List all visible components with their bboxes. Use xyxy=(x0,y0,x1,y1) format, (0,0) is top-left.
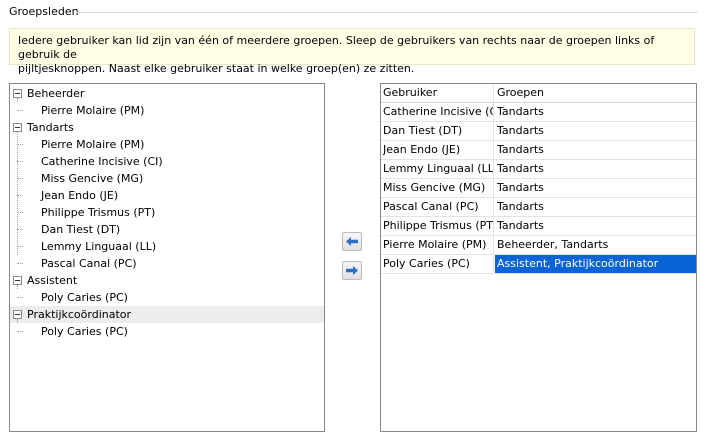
tree-member-label: Jean Endo (JE) xyxy=(41,189,119,202)
tree-member-label: Pierre Molaire (PM) xyxy=(41,138,145,151)
arrow-left-icon xyxy=(346,237,358,246)
user-name-cell[interactable]: Jean Endo (JE) xyxy=(383,141,493,159)
tree-branch-line xyxy=(17,178,23,179)
tree-member-label: Dan Tiest (DT) xyxy=(41,223,121,236)
user-groups-cell[interactable]: Tandarts xyxy=(495,217,696,235)
tree-member-label: Philippe Trismus (PT) xyxy=(41,206,156,219)
collapse-toggle-icon[interactable] xyxy=(13,276,22,285)
user-name-cell[interactable]: Poly Caries (PC) xyxy=(383,255,493,273)
tree-member-label: Catherine Incisive (CI) xyxy=(41,155,163,168)
tree-group-label: Beheerder xyxy=(27,87,85,100)
arrow-right-icon xyxy=(346,266,358,275)
table-row[interactable]: Jean Endo (JE) Tandarts xyxy=(381,141,696,160)
tree-group-label: Tandarts xyxy=(27,121,74,134)
tree-branch-line xyxy=(17,144,23,145)
tree-branch-line xyxy=(17,263,23,264)
tree-member-label: Lemmy Linguaal (LL) xyxy=(41,240,157,253)
info-text-line2: pijltjesknoppen. Naast elke gebruiker st… xyxy=(18,62,415,75)
tree-branch-line xyxy=(17,195,23,196)
user-table[interactable]: Gebruiker Groepen Catherine Incisive (CI… xyxy=(380,83,697,432)
tree-member-node[interactable]: Pierre Molaire (PM) xyxy=(10,102,324,119)
collapse-toggle-icon[interactable] xyxy=(13,89,22,98)
user-name-cell[interactable]: Philippe Trismus (PT) xyxy=(383,217,493,235)
tree-member-label: Miss Gencive (MG) xyxy=(41,172,144,185)
tree-member-label: Pierre Molaire (PM) xyxy=(41,104,145,117)
user-groups-cell[interactable]: Tandarts xyxy=(495,141,696,159)
table-row[interactable]: Dan Tiest (DT) Tandarts xyxy=(381,122,696,141)
tree-member-label: Poly Caries (PC) xyxy=(41,291,128,304)
table-row[interactable]: Miss Gencive (MG) Tandarts xyxy=(381,179,696,198)
user-groups-cell[interactable]: Tandarts xyxy=(495,179,696,197)
tree-member-node[interactable]: Philippe Trismus (PT) xyxy=(10,204,324,221)
table-row[interactable]: Poly Caries (PC) Assistent, Praktijkcoörd… xyxy=(381,255,696,274)
tree-group-label: Assistent xyxy=(27,274,78,287)
user-name-cell[interactable]: Pascal Canal (PC) xyxy=(383,198,493,216)
move-left-button[interactable] xyxy=(342,232,362,251)
tree-member-node[interactable]: Lemmy Linguaal (LL) xyxy=(10,238,324,255)
tree-group-label: Praktijkcoördinator xyxy=(27,308,132,321)
tree-member-node[interactable]: Poly Caries (PC) xyxy=(10,323,324,340)
user-name-cell[interactable]: Dan Tiest (DT) xyxy=(383,122,493,140)
info-text-line1: Iedere gebruiker kan lid zijn van één of… xyxy=(18,34,655,61)
user-groups-cell[interactable]: Beheerder, Tandarts xyxy=(495,236,696,254)
user-name-cell[interactable]: Catherine Incisive (CI) xyxy=(383,103,493,121)
tree-member-node[interactable]: Jean Endo (JE) xyxy=(10,187,324,204)
user-name-cell[interactable]: Lemmy Linguaal (LL) xyxy=(383,160,493,178)
user-groups-cell[interactable]: Tandarts xyxy=(495,103,696,121)
group-tree[interactable]: Beheerder Pierre Molaire (PM) Tandarts Pier… xyxy=(9,83,325,432)
column-header-groups[interactable]: Groepen xyxy=(495,84,696,102)
group-title: Groepsleden xyxy=(9,5,79,18)
tree-group-node[interactable]: Praktijkcoördinator xyxy=(10,306,324,323)
tree-member-node[interactable]: Dan Tiest (DT) xyxy=(10,221,324,238)
user-groups-cell[interactable]: Tandarts xyxy=(495,160,696,178)
collapse-toggle-icon[interactable] xyxy=(13,310,22,319)
tree-member-node[interactable]: Pascal Canal (PC) xyxy=(10,255,324,272)
tree-member-node[interactable]: Catherine Incisive (CI) xyxy=(10,153,324,170)
tree-group-node[interactable]: Tandarts xyxy=(10,119,324,136)
collapse-toggle-icon[interactable] xyxy=(13,123,22,132)
table-row[interactable]: Philippe Trismus (PT) Tandarts xyxy=(381,217,696,236)
tree-branch-line xyxy=(17,212,23,213)
tree-member-label: Pascal Canal (PC) xyxy=(41,257,137,270)
table-row[interactable]: Pascal Canal (PC) Tandarts xyxy=(381,198,696,217)
table-header: Gebruiker Groepen xyxy=(381,84,696,103)
tree-member-node[interactable]: Pierre Molaire (PM) xyxy=(10,136,324,153)
tree-branch-line xyxy=(17,297,23,298)
tree-member-node[interactable]: Poly Caries (PC) xyxy=(10,289,324,306)
user-groups-cell[interactable]: Tandarts xyxy=(495,198,696,216)
tree-member-node[interactable]: Miss Gencive (MG) xyxy=(10,170,324,187)
move-right-button[interactable] xyxy=(342,261,362,280)
tree-branch-line xyxy=(17,161,23,162)
user-groups-cell[interactable]: Tandarts xyxy=(495,122,696,140)
user-groups-cell[interactable]: Assistent, Praktijkcoördinator xyxy=(495,255,696,273)
tree-branch-line xyxy=(17,246,23,247)
tree-branch-line xyxy=(17,229,23,230)
column-header-user[interactable]: Gebruiker xyxy=(383,84,493,102)
tree-group-node[interactable]: Beheerder xyxy=(10,85,324,102)
group-divider xyxy=(76,12,698,13)
tree-branch-line xyxy=(17,331,23,332)
table-row[interactable]: Catherine Incisive (CI) Tandarts xyxy=(381,103,696,122)
info-panel: Iedere gebruiker kan lid zijn van één of… xyxy=(9,28,695,75)
tree-group-node[interactable]: Assistent xyxy=(10,272,324,289)
tree-member-label: Poly Caries (PC) xyxy=(41,325,128,338)
tree-branch-line xyxy=(17,110,23,111)
table-row[interactable]: Lemmy Linguaal (LL) Tandarts xyxy=(381,160,696,179)
user-name-cell[interactable]: Pierre Molaire (PM) xyxy=(383,236,493,254)
user-name-cell[interactable]: Miss Gencive (MG) xyxy=(383,179,493,197)
table-row[interactable]: Pierre Molaire (PM) Beheerder, Tandarts xyxy=(381,236,696,255)
